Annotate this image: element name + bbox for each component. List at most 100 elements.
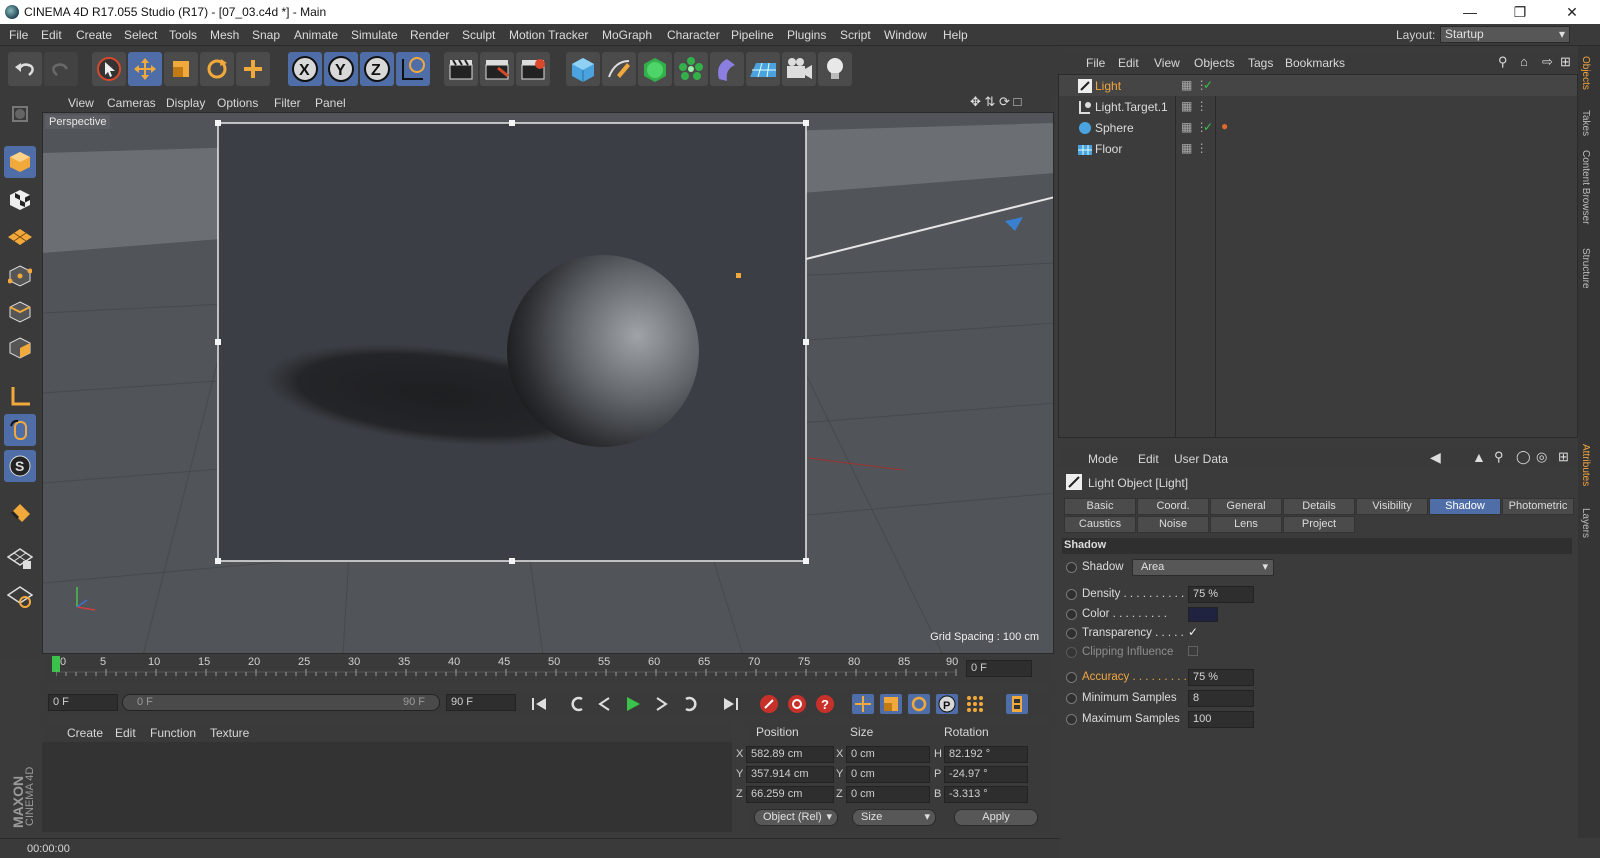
render-picture-viewer-button[interactable]	[480, 52, 514, 86]
side-tab-objects[interactable]: Objects	[1580, 56, 1591, 90]
texture-mode-button[interactable]	[4, 184, 36, 216]
cube-object-button[interactable]	[566, 52, 600, 86]
tab-photometric[interactable]: Photometric	[1502, 498, 1574, 515]
tab-coord[interactable]: Coord.	[1137, 498, 1209, 515]
menu-character[interactable]: Character	[667, 28, 720, 42]
menu-edit[interactable]: Edit	[41, 28, 62, 42]
z-axis-button[interactable]: Z	[360, 52, 394, 86]
redo-button[interactable]	[44, 52, 78, 86]
new-panel-icon[interactable]: ⊞	[1560, 54, 1571, 70]
objects-menu-bookmarks[interactable]: Bookmarks	[1285, 56, 1345, 70]
up-arrow-icon[interactable]: ▲	[1472, 449, 1486, 465]
key-parameter-button[interactable]: P	[936, 694, 958, 714]
transparency-checkbox[interactable]: ✓	[1188, 625, 1198, 639]
animate-radio[interactable]	[1066, 628, 1077, 639]
back-arrow-icon[interactable]: ◀	[1430, 449, 1441, 466]
restore-button[interactable]: ❐	[1500, 2, 1540, 22]
menu-mograph[interactable]: MoGraph	[602, 28, 652, 42]
menu-mesh[interactable]: Mesh	[210, 28, 239, 42]
next-frame-button[interactable]	[650, 694, 672, 714]
autokeying-button[interactable]	[786, 694, 808, 714]
menu-render[interactable]: Render	[410, 28, 449, 42]
tab-shadow[interactable]: Shadow	[1429, 498, 1501, 515]
deformer-button[interactable]	[710, 52, 744, 86]
enabled-check-icon[interactable]: ✓	[1203, 120, 1213, 134]
viewport-menu-view[interactable]: View	[68, 96, 94, 110]
menu-script[interactable]: Script	[840, 28, 871, 42]
timeline-end-field[interactable]: 0 F	[966, 660, 1032, 677]
keyframe-selection-button[interactable]: ?	[814, 694, 836, 714]
menu-plugins[interactable]: Plugins	[787, 28, 826, 42]
menu-file[interactable]: File	[9, 28, 28, 42]
material-manager[interactable]: Create Edit Function Texture	[42, 722, 732, 832]
preview-range-slider[interactable]: 0 F 90 F	[122, 694, 440, 711]
clipping-influence-checkbox[interactable]	[1188, 646, 1198, 656]
objects-menu-view[interactable]: View	[1154, 56, 1180, 70]
render-settings-button[interactable]	[516, 52, 550, 86]
material-menu-texture[interactable]: Texture	[210, 726, 249, 740]
rotation-p-field[interactable]: -24.97 °	[944, 766, 1028, 783]
tab-general[interactable]: General	[1210, 498, 1282, 515]
x-axis-button[interactable]: X	[288, 52, 322, 86]
record-active-button[interactable]	[758, 694, 780, 714]
rotation-b-field[interactable]: -3.313 °	[944, 786, 1028, 803]
magnet-button[interactable]	[4, 498, 36, 530]
side-tab-attributes[interactable]: Attributes	[1580, 444, 1591, 486]
viewport-menu-options[interactable]: Options	[217, 96, 258, 110]
menu-pipeline[interactable]: Pipeline	[731, 28, 774, 42]
side-tab-takes[interactable]: Takes	[1580, 110, 1591, 136]
objects-menu-objects[interactable]: Objects	[1194, 56, 1235, 70]
perspective-viewport[interactable]: Perspective Grid Spacing : 100 cm	[42, 112, 1054, 654]
camera-object-button[interactable]	[782, 52, 816, 86]
animate-radio[interactable]	[1066, 589, 1077, 600]
side-tab-structure[interactable]: Structure	[1580, 248, 1591, 289]
tab-caustics[interactable]: Caustics	[1064, 516, 1136, 533]
size-z-field[interactable]: 0 cm	[846, 786, 930, 803]
nav-arrows-icon[interactable]: ⇨	[1542, 54, 1553, 70]
maximum-samples-field[interactable]: 100	[1188, 711, 1254, 728]
model-mode-button[interactable]	[4, 146, 36, 178]
size-mode-dropdown[interactable]: Size ▾	[852, 809, 936, 826]
viewport-menu-display[interactable]: Display	[166, 96, 205, 110]
animate-radio[interactable]	[1066, 562, 1077, 573]
animate-radio[interactable]	[1066, 647, 1077, 658]
key-scale-button[interactable]	[880, 694, 902, 714]
object-row-light[interactable]: Light ▦ ⋮ ✓	[1059, 75, 1577, 96]
floor-object-button[interactable]	[746, 52, 780, 86]
viewport-nav-icons[interactable]: ✥ ⇅ ⟳ □	[970, 94, 1021, 110]
viewport-camera-label[interactable]: Perspective	[45, 115, 111, 129]
snapping-button[interactable]: S	[4, 450, 36, 482]
material-tag-icon[interactable]: ●	[1221, 119, 1228, 133]
menu-window[interactable]: Window	[884, 28, 927, 42]
animate-radio[interactable]	[1066, 714, 1077, 725]
material-menu-create[interactable]: Create	[67, 726, 103, 740]
object-row-sphere[interactable]: Sphere ▦ ⋮ ✓ ●	[1059, 117, 1577, 138]
spline-pen-button[interactable]	[602, 52, 636, 86]
enabled-check-icon[interactable]: ✓	[1203, 78, 1213, 92]
objects-menu-tags[interactable]: Tags	[1248, 56, 1273, 70]
undo-button[interactable]	[8, 52, 42, 86]
visibility-toggle-icon[interactable]: ▦ ⋮	[1181, 99, 1208, 113]
home-icon[interactable]: ⌂	[1520, 54, 1528, 69]
menu-create[interactable]: Create	[76, 28, 112, 42]
material-menu-function[interactable]: Function	[150, 726, 196, 740]
tab-lens[interactable]: Lens	[1210, 516, 1282, 533]
key-pla-button[interactable]	[964, 694, 986, 714]
tweak-mode-button[interactable]	[4, 414, 36, 446]
rotate-tool-button[interactable]	[200, 52, 234, 86]
minimum-samples-field[interactable]: 8	[1188, 690, 1254, 707]
edges-mode-button[interactable]	[4, 296, 36, 328]
minimize-button[interactable]: —	[1450, 2, 1490, 22]
next-key-button[interactable]	[680, 694, 702, 714]
menu-animate[interactable]: Animate	[294, 28, 338, 42]
size-y-field[interactable]: 0 cm	[846, 766, 930, 783]
shadow-type-dropdown[interactable]: Area ▾	[1132, 559, 1274, 576]
recent-tool-button[interactable]	[236, 52, 270, 86]
side-tab-content-browser[interactable]: Content Browser	[1580, 150, 1591, 224]
density-field[interactable]: 75 %	[1188, 586, 1254, 603]
animate-radio[interactable]	[1066, 672, 1077, 683]
previous-frame-button[interactable]	[594, 694, 616, 714]
live-selection-button[interactable]	[92, 52, 126, 86]
play-button[interactable]	[622, 694, 644, 714]
size-x-field[interactable]: 0 cm	[846, 746, 930, 763]
